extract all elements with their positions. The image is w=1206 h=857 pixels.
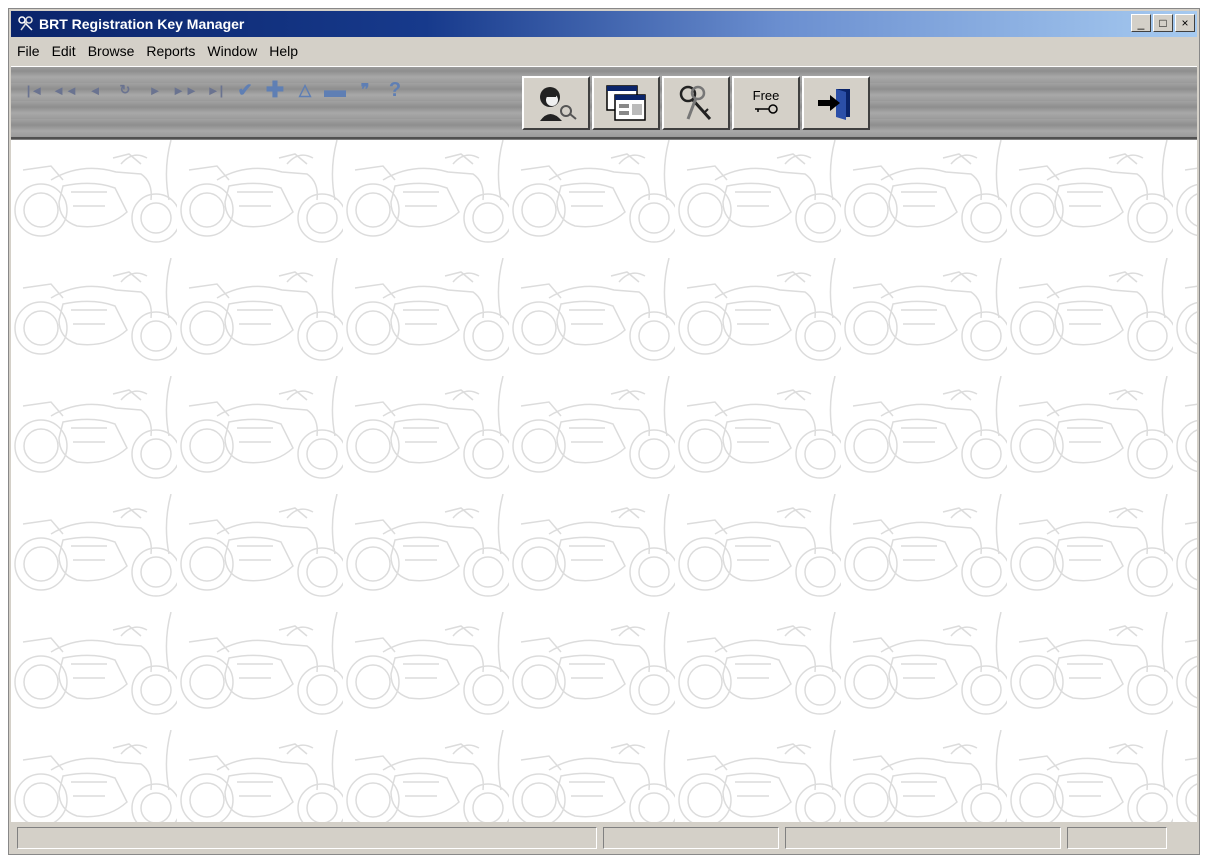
windows-icon [606,85,646,121]
status-panel-1 [17,827,597,849]
customers-button[interactable] [522,76,590,130]
previous-record-button[interactable]: ◄ [81,77,109,103]
save-record-button[interactable]: ✔ [231,77,259,103]
first-record-button[interactable]: |◄ [21,77,49,103]
window-controls: _ □ × [1131,14,1195,32]
exit-door-icon [818,89,850,120]
status-panel-4 [1067,827,1167,849]
app-window: BRT Registration Key Manager _ □ × File … [8,8,1200,855]
app-keys-icon [17,15,35,33]
keys-icon [679,85,712,121]
status-panel-3 [785,827,1061,849]
free-key-label: Free [752,87,780,103]
maximize-button[interactable]: □ [1153,14,1173,32]
keys-button[interactable] [662,76,730,130]
last-record-button[interactable]: ►| [201,77,229,103]
menu-reports[interactable]: Reports [140,39,201,63]
next-page-button[interactable]: ►► [171,77,199,103]
toolbar: |◄ ◄◄ ◄ ↻ ► ►► ►| ✔ ✚ △ ▬ ❞ ? Free [11,66,1197,139]
small-key-icon [754,103,778,114]
window-title: BRT Registration Key Manager [39,16,245,32]
motorcycle-watermark-background [11,140,1197,822]
menu-window[interactable]: Window [201,39,263,63]
title-bar[interactable]: BRT Registration Key Manager _ □ × [11,11,1197,37]
free-key-button[interactable]: Free [732,76,800,130]
refresh-button[interactable]: ↻ [111,77,139,103]
delete-record-button[interactable]: ▬ [321,77,349,103]
minimize-button[interactable]: _ [1131,14,1151,32]
edit-record-button[interactable]: △ [291,77,319,103]
windows-button[interactable] [592,76,660,130]
status-bar [11,823,1197,853]
mdi-workspace[interactable] [11,139,1197,822]
navigation-group: |◄ ◄◄ ◄ ↻ ► ►► ►| ✔ ✚ △ ▬ ❞ ? [21,77,409,107]
menu-edit[interactable]: Edit [46,39,82,63]
quote-button[interactable]: ❞ [351,77,379,103]
help-button[interactable]: ? [381,77,409,103]
next-record-button[interactable]: ► [141,77,169,103]
previous-page-button[interactable]: ◄◄ [51,77,79,103]
main-actions-group: Free [522,76,870,130]
menu-file[interactable]: File [11,39,46,63]
menu-bar: File Edit Browse Reports Window Help [11,39,1197,63]
menu-help[interactable]: Help [263,39,304,63]
person-with-key-icon [540,87,577,121]
status-panel-2 [603,827,779,849]
menu-browse[interactable]: Browse [82,39,141,63]
add-record-button[interactable]: ✚ [261,77,289,103]
close-button[interactable]: × [1175,14,1195,32]
exit-button[interactable] [802,76,870,130]
